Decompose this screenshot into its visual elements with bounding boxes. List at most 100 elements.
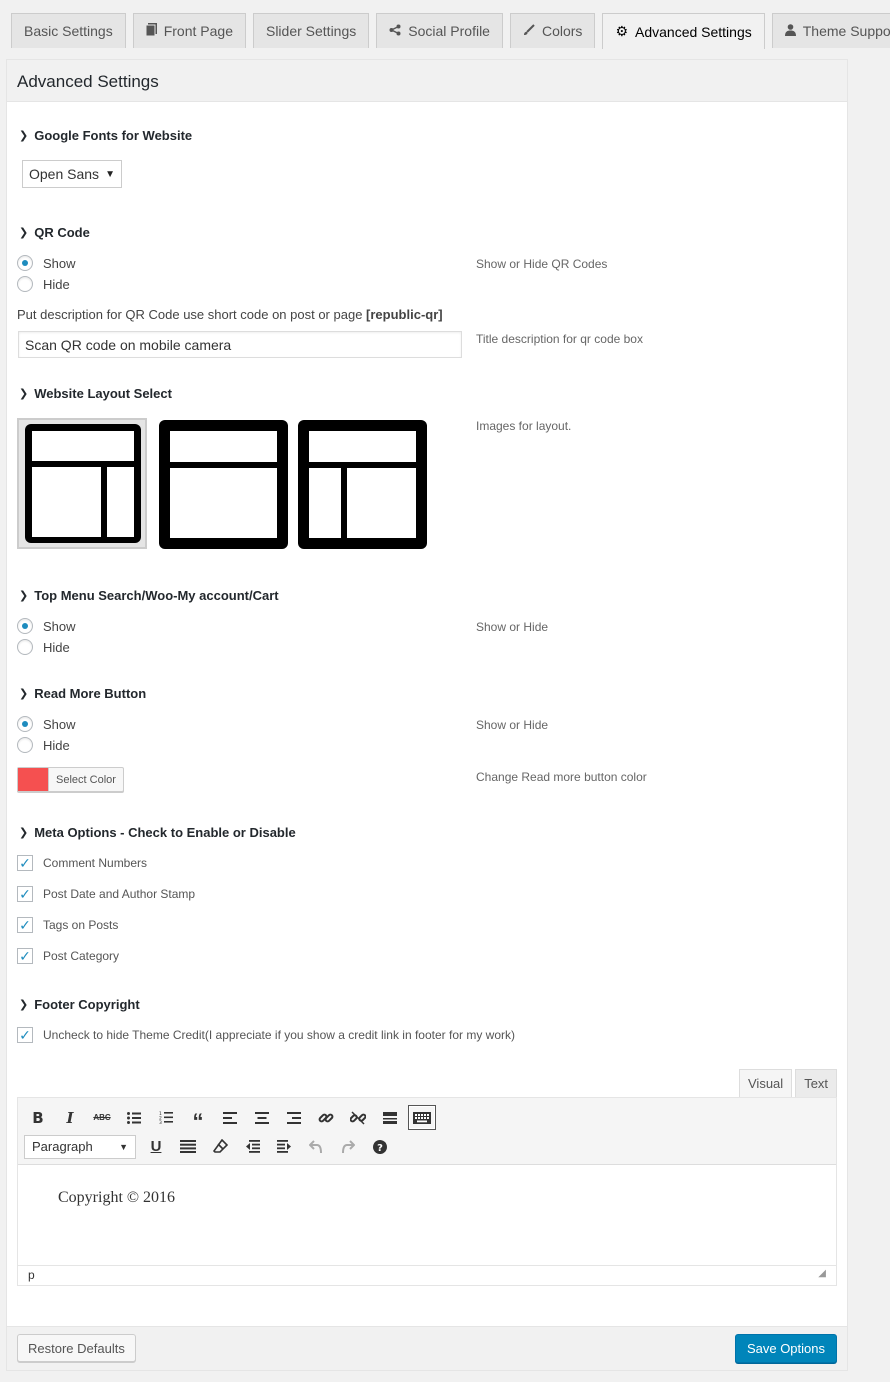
qr-description: Show or Hide QR Codes	[476, 257, 608, 271]
undo-icon[interactable]	[300, 1133, 332, 1161]
resize-handle-icon[interactable]: ◢	[818, 1268, 826, 1283]
element-path[interactable]: p	[28, 1268, 35, 1283]
chevron-right-icon: ❯	[19, 130, 29, 142]
editor-toolbar: B I ABC 123 “ Paragraph ▼ U ?	[18, 1098, 836, 1165]
save-options-button[interactable]: Save Options	[734, 1334, 837, 1363]
layout-description: Images for layout.	[476, 419, 572, 433]
top-menu-show-radio[interactable]	[17, 618, 33, 634]
restore-defaults-button[interactable]: Restore Defaults	[17, 1334, 136, 1362]
read-more-hide-option[interactable]: Hide	[17, 737, 70, 753]
tab-colors[interactable]: Colors	[509, 13, 596, 48]
layout-option-left-sidebar[interactable]	[17, 418, 147, 549]
read-more-show-option[interactable]: Show	[17, 716, 76, 732]
radio-label: Show	[43, 618, 76, 634]
editor-content-area[interactable]: Copyright © 2016	[18, 1165, 836, 1265]
select-color-label: Select Color	[48, 768, 123, 791]
checkbox-checked-icon[interactable]: ✓	[17, 917, 33, 933]
bold-icon[interactable]: B	[22, 1104, 54, 1132]
underline-icon[interactable]: U	[140, 1133, 172, 1161]
tab-social-profile[interactable]: Social Profile	[376, 13, 503, 48]
read-more-color-button[interactable]: Select Color	[17, 767, 124, 792]
layout-option-right-sidebar[interactable]	[298, 420, 428, 551]
tab-front-page[interactable]: Front Page	[132, 13, 246, 48]
meta-post-category[interactable]: ✓ Post Category	[17, 948, 119, 964]
top-menu-show-option[interactable]: Show	[17, 618, 76, 634]
align-left-icon[interactable]	[214, 1104, 246, 1132]
chevron-right-icon: ❯	[19, 388, 29, 400]
qr-title-input[interactable]: Scan QR code on mobile camera	[18, 331, 462, 358]
tab-slider-settings[interactable]: Slider Settings	[252, 13, 370, 48]
outdent-icon[interactable]	[236, 1133, 268, 1161]
radio-label: Hide	[43, 276, 70, 292]
redo-icon[interactable]	[332, 1133, 364, 1161]
read-more-show-radio[interactable]	[17, 716, 33, 732]
checkbox-label: Comment Numbers	[43, 856, 148, 870]
format-selected: Paragraph	[32, 1139, 93, 1154]
qr-shortcode: [republic-qr]	[366, 307, 443, 322]
chevron-right-icon: ❯	[19, 999, 29, 1011]
checkbox-checked-icon[interactable]: ✓	[17, 948, 33, 964]
radio-label: Hide	[43, 737, 70, 753]
editor-status-bar: p ◢	[18, 1265, 836, 1285]
format-select[interactable]: Paragraph ▼	[24, 1134, 136, 1159]
tab-visual[interactable]: Visual	[739, 1069, 793, 1097]
qr-hide-radio[interactable]	[17, 276, 33, 292]
justify-icon[interactable]	[172, 1133, 204, 1161]
settings-tabs: Basic Settings Front Page Slider Setting…	[11, 13, 890, 49]
meta-tags-on-posts[interactable]: ✓ Tags on Posts	[17, 917, 118, 933]
qr-show-radio[interactable]	[17, 255, 33, 271]
chevron-right-icon: ❯	[19, 227, 29, 239]
section-title: Website Layout Select	[34, 386, 172, 401]
chevron-right-icon: ❯	[19, 590, 29, 602]
tab-text[interactable]: Text	[795, 1069, 838, 1097]
help-icon[interactable]: ?	[364, 1133, 396, 1161]
layout-option-full-width[interactable]	[158, 420, 288, 551]
section-title: Footer Copyright	[34, 997, 140, 1012]
theme-credit-option[interactable]: ✓ Uncheck to hide Theme Credit(I appreci…	[17, 1027, 515, 1043]
tab-label: Slider Settings	[265, 23, 357, 39]
tab-basic-settings[interactable]: Basic Settings	[11, 13, 126, 48]
blockquote-icon[interactable]: “	[182, 1104, 214, 1134]
qr-show-option[interactable]: Show	[17, 255, 76, 271]
italic-icon[interactable]: I	[54, 1104, 86, 1132]
options-footer: Restore Defaults Save Options	[7, 1326, 847, 1370]
tab-advanced-settings[interactable]: ⚙ Advanced Settings	[602, 13, 765, 49]
section-title: Meta Options - Check to Enable or Disabl…	[34, 825, 296, 840]
svg-text:3: 3	[159, 1120, 162, 1124]
copyright-editor: B I ABC 123 “ Paragraph ▼ U ? Copyright …	[17, 1097, 837, 1286]
numbered-list-icon[interactable]: 123	[150, 1104, 182, 1132]
read-more-hide-radio[interactable]	[17, 737, 33, 753]
google-font-select[interactable]: Open Sans ▼	[22, 160, 122, 188]
read-more-tag-icon[interactable]	[374, 1104, 406, 1132]
strikethrough-icon[interactable]: ABC	[86, 1104, 118, 1132]
checkbox-checked-icon[interactable]: ✓	[17, 886, 33, 902]
qr-field-label: Put description for QR Code use short co…	[17, 307, 443, 322]
top-menu-hide-radio[interactable]	[17, 639, 33, 655]
meta-comment-numbers[interactable]: ✓ Comment Numbers	[17, 855, 147, 871]
tab-theme-support[interactable]: Theme Support	[771, 13, 890, 48]
indent-icon[interactable]	[268, 1133, 300, 1161]
checkbox-checked-icon[interactable]: ✓	[17, 855, 33, 871]
toolbar-row-2: Paragraph ▼ U ?	[22, 1132, 832, 1161]
top-menu-hide-option[interactable]: Hide	[17, 639, 70, 655]
link-icon[interactable]	[310, 1104, 342, 1132]
chevron-right-icon: ❯	[19, 688, 29, 700]
qr-field-description: Title description for qr code box	[476, 332, 643, 346]
toolbar-toggle-icon[interactable]	[408, 1105, 436, 1130]
section-title: Read More Button	[34, 686, 147, 701]
brush-icon	[523, 23, 535, 39]
meta-post-date-author[interactable]: ✓ Post Date and Author Stamp	[17, 886, 195, 902]
unlink-icon[interactable]	[342, 1104, 374, 1132]
read-more-description: Show or Hide	[476, 718, 549, 732]
align-right-icon[interactable]	[278, 1104, 310, 1132]
bullet-list-icon[interactable]	[118, 1104, 150, 1132]
radio-label: Show	[43, 716, 76, 732]
tab-label: Advanced Settings	[635, 23, 752, 40]
radio-label: Hide	[43, 639, 70, 655]
checkbox-checked-icon[interactable]: ✓	[17, 1027, 33, 1043]
clear-formatting-icon[interactable]	[204, 1133, 236, 1161]
align-center-icon[interactable]	[246, 1104, 278, 1132]
qr-hide-option[interactable]: Hide	[17, 276, 70, 292]
tab-label: Basic Settings	[24, 23, 113, 39]
section-title: Top Menu Search/Woo-My account/Cart	[34, 588, 279, 603]
